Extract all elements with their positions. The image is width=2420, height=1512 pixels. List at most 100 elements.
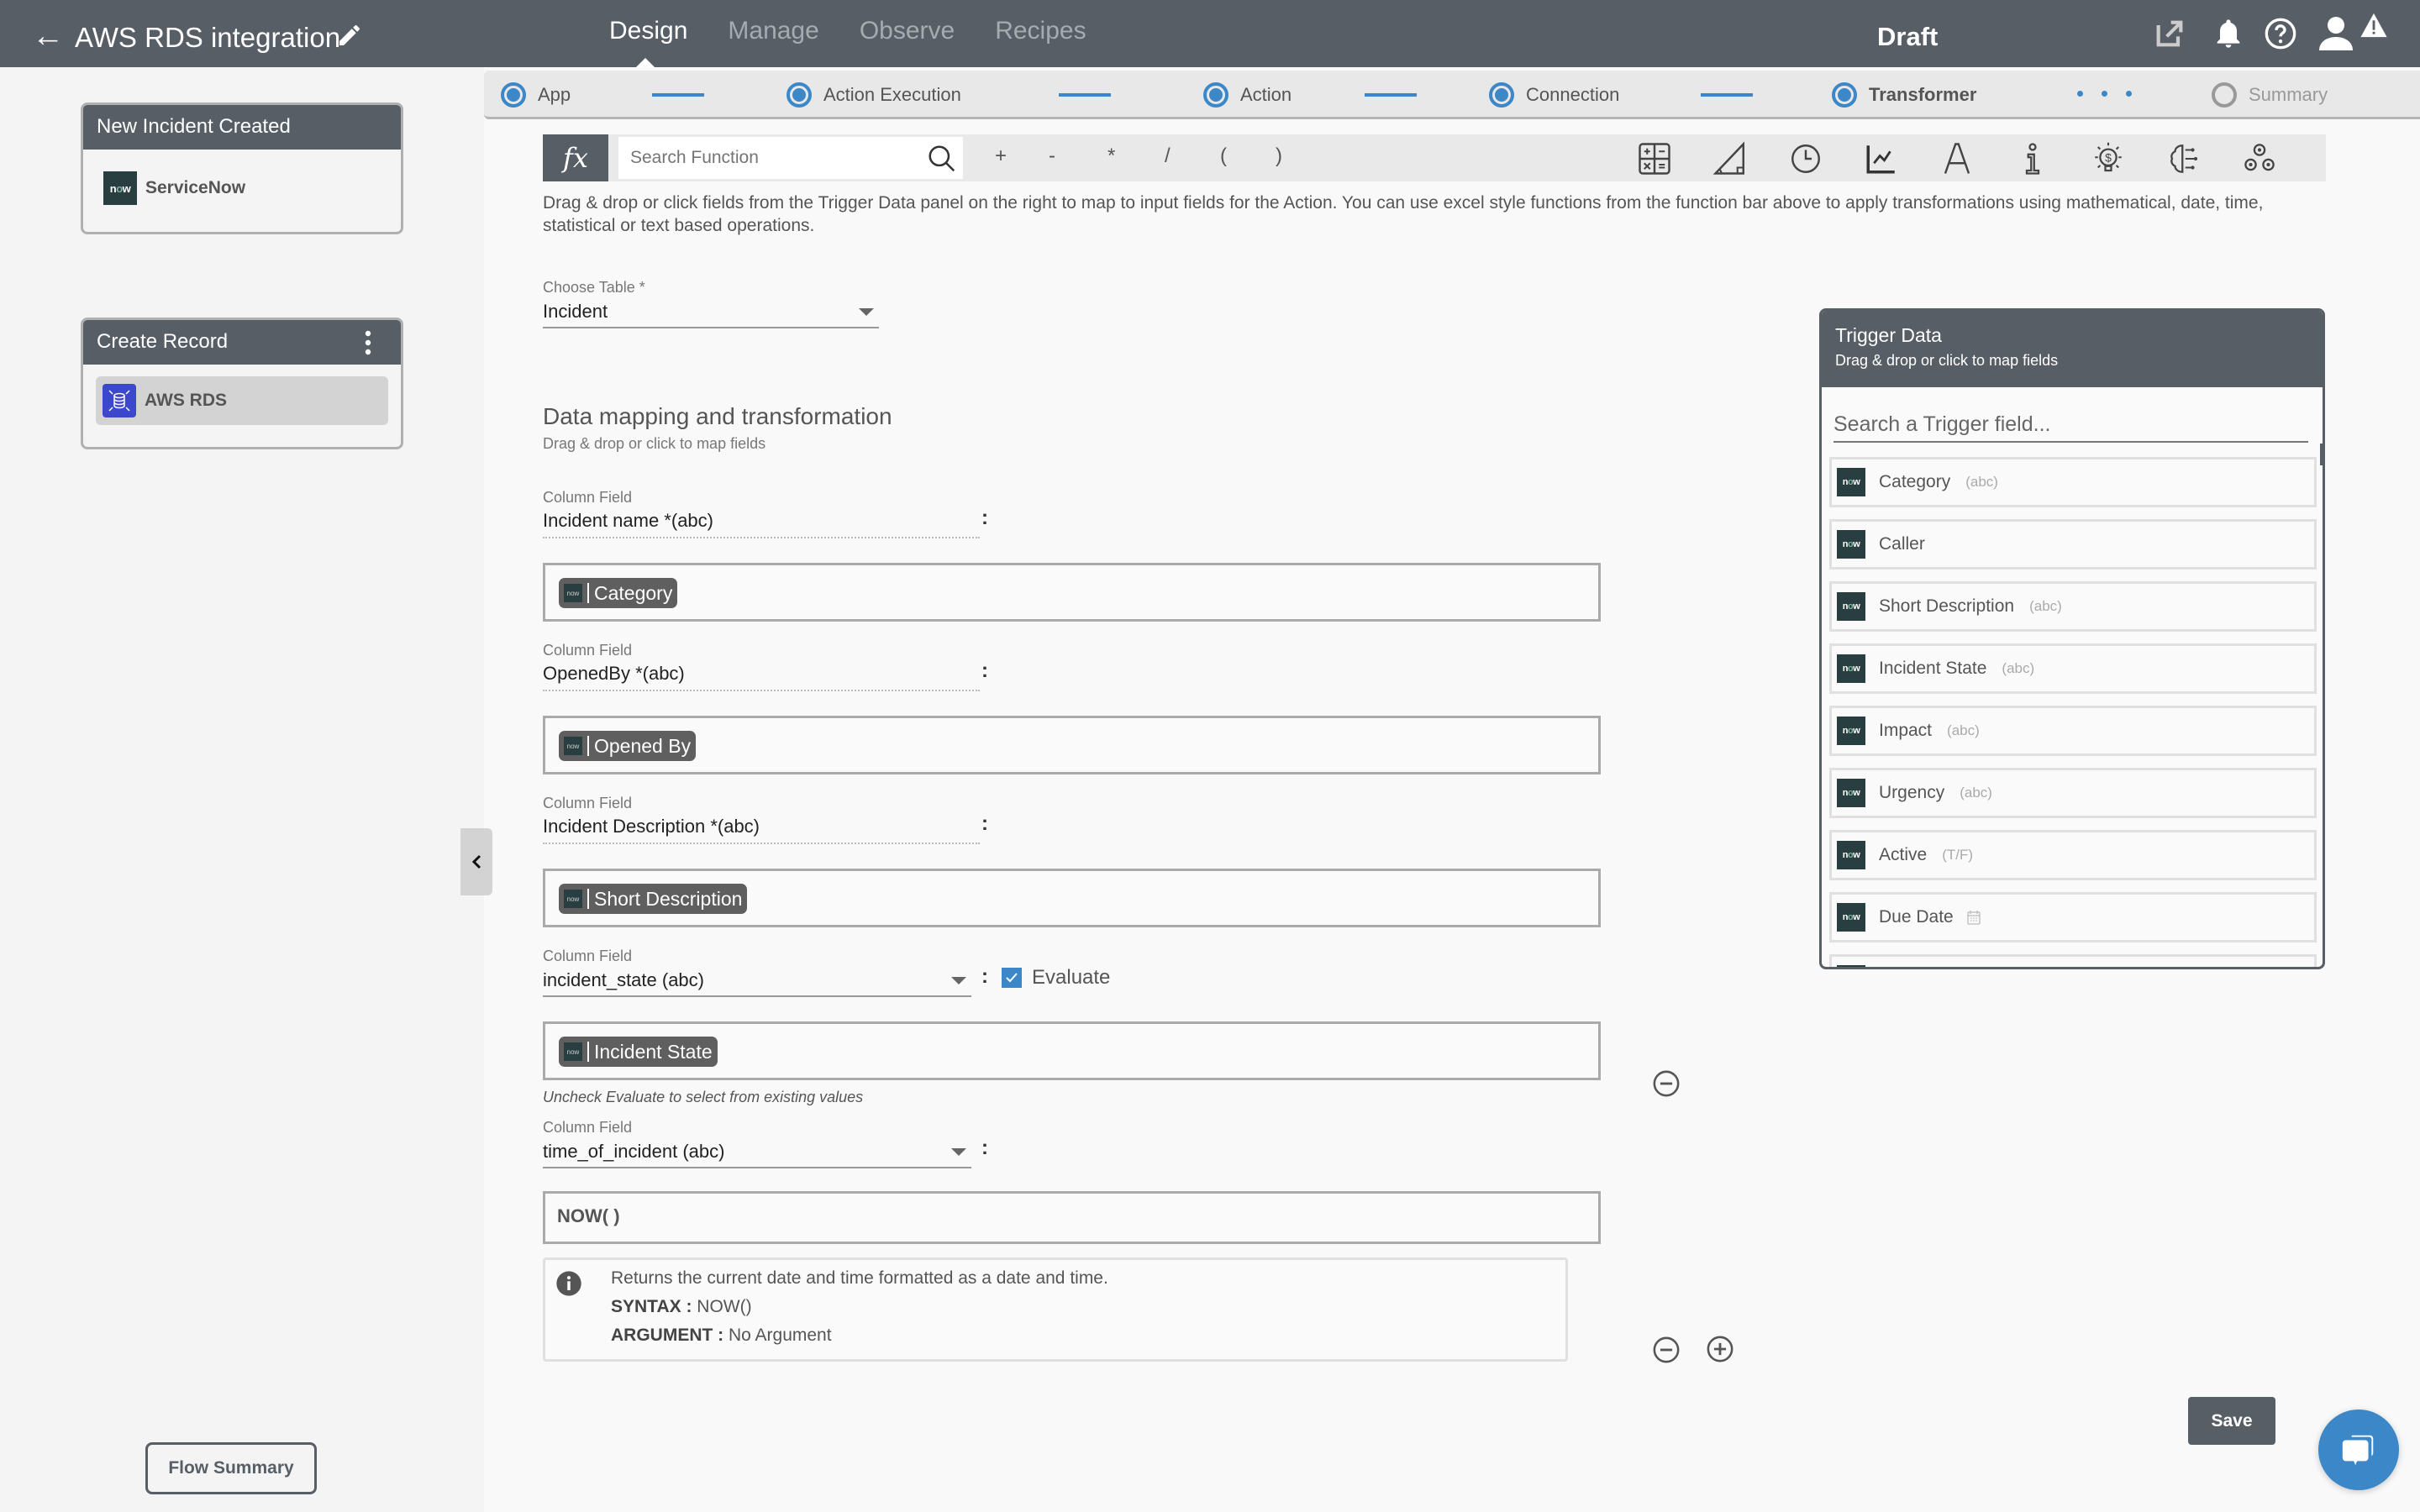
column-field-label: Column Field	[543, 795, 633, 811]
info-icon[interactable]	[2015, 141, 2050, 176]
column-field-value: Incident Description *(abc)	[543, 812, 980, 844]
info-circle-icon	[556, 1271, 581, 1296]
mapped-field-pill[interactable]: now Short Description	[559, 884, 748, 914]
trigger-search-input[interactable]	[1833, 407, 2308, 443]
mapping-input-1[interactable]: now Category	[543, 563, 1601, 622]
caret-down-icon	[859, 307, 874, 316]
trigger-field-item[interactable]: n o w Active (T/F)	[1829, 830, 2317, 880]
step-label: Action	[1240, 84, 1292, 105]
trigger-field-item[interactable]: n o w Urgency (abc)	[1829, 768, 2317, 818]
step-pending-connector	[2077, 91, 2132, 97]
step-label: Summary	[2249, 84, 2328, 105]
operator-open-paren[interactable]: (	[1220, 144, 1227, 168]
warning-icon[interactable]	[2360, 12, 2388, 39]
trigger-field-item[interactable]: n o w Category (abc)	[1829, 457, 2317, 507]
column-field-1[interactable]: Column Field Incident name *(abc)	[543, 489, 980, 538]
chat-support-button[interactable]	[2318, 1410, 2399, 1490]
argument-label: ARGUMENT :	[611, 1326, 724, 1345]
trigger-field-item[interactable]: n o w Short Description (abc)	[1829, 581, 2317, 632]
clock-icon[interactable]	[1788, 141, 1823, 176]
syntax-label: SYNTAX :	[611, 1297, 692, 1316]
nav-manage[interactable]: Manage	[728, 17, 818, 45]
trigonometry-icon[interactable]	[1712, 141, 1748, 176]
pencil-icon[interactable]	[336, 22, 363, 49]
mapping-input-2[interactable]: now Opened By	[543, 716, 1601, 774]
ai-brain-icon[interactable]	[2166, 141, 2202, 176]
field-type: (abc)	[2029, 598, 2062, 614]
step-connection[interactable]: Connection	[1489, 82, 1619, 108]
step-done-icon	[1489, 82, 1514, 108]
column-field-label: Column Field	[543, 1119, 633, 1136]
mapping-colon: :	[981, 659, 988, 682]
step-connector	[1059, 93, 1111, 97]
mapping-input-4[interactable]: now Incident State	[543, 1021, 1601, 1080]
nav-recipes[interactable]: Recipes	[995, 17, 1086, 45]
trigger-app: now ServiceNow	[103, 171, 381, 205]
trigger-field-item[interactable]: n o w Caller	[1829, 519, 2317, 570]
column-field-4[interactable]: Column Field incident_state (abc)	[543, 948, 971, 997]
user-icon[interactable]	[2319, 15, 2360, 52]
top-header: ← AWS RDS integration Design Manage Obse…	[0, 0, 2420, 67]
operator-divide[interactable]: /	[1165, 144, 1171, 168]
step-transformer[interactable]: Transformer	[1832, 82, 1976, 108]
trigger-field-item[interactable]: n o w Incident State (abc)	[1829, 643, 2317, 694]
step-done-icon	[1203, 82, 1228, 108]
step-action[interactable]: Action	[1203, 82, 1292, 108]
integration-title: AWS RDS integration	[75, 22, 341, 53]
action-card-title: Create Record	[97, 330, 229, 353]
operator-minus[interactable]: -	[1049, 144, 1055, 168]
mapped-field-pill[interactable]: now Opened By	[559, 731, 697, 761]
step-action-execution[interactable]: Action Execution	[786, 82, 961, 108]
mapping-input-3[interactable]: now Short Description	[543, 869, 1601, 927]
bell-icon[interactable]	[2212, 17, 2245, 50]
remove-row-icon[interactable]	[1652, 1069, 1681, 1098]
column-field-2[interactable]: Column Field OpenedBy *(abc)	[543, 642, 980, 691]
servicenow-logo-icon: now	[1837, 841, 1865, 869]
calculator-icon[interactable]	[1637, 141, 1672, 176]
add-row-icon[interactable]	[1706, 1335, 1734, 1363]
collapse-sidebar-button[interactable]	[460, 828, 492, 895]
function-search-input[interactable]	[618, 137, 963, 179]
nav-observe[interactable]: Observe	[860, 17, 955, 45]
more-options-icon[interactable]	[364, 330, 372, 355]
fx-button[interactable]: fx	[543, 134, 608, 181]
evaluate-checkbox[interactable]: Evaluate	[1002, 966, 1110, 990]
step-summary[interactable]: Summary	[2212, 82, 2328, 108]
field-name: Category	[1879, 472, 1951, 491]
search-icon[interactable]	[926, 143, 958, 175]
trigger-field-item[interactable]: n o w Due Date	[1829, 892, 2317, 942]
mapped-field-pill[interactable]: now Incident State	[559, 1037, 718, 1067]
save-button[interactable]: Save	[2188, 1397, 2275, 1445]
trigger-list-scrollbar[interactable]	[2320, 444, 2323, 465]
external-link-icon[interactable]	[2153, 17, 2186, 50]
trigger-card-title: New Incident Created	[83, 105, 401, 150]
text-icon[interactable]	[1939, 141, 1975, 176]
back-arrow-icon[interactable]: ←	[32, 20, 64, 52]
trigger-data-panel: Trigger Data Drag & drop or click to map…	[1819, 308, 2325, 969]
nav-design[interactable]: Design	[609, 17, 687, 45]
function-syntax: SYNTAX : NOW()	[611, 1297, 752, 1317]
checkbox-checked-icon[interactable]	[1002, 968, 1022, 988]
action-card[interactable]: Create Record AWS RDS	[81, 318, 403, 449]
trigger-field-item[interactable]: now	[1829, 954, 2317, 967]
mapped-field-pill[interactable]: now Category	[559, 578, 678, 608]
financial-icon[interactable]: $	[2091, 141, 2126, 176]
column-field-5[interactable]: Column Field time_of_incident (abc)	[543, 1119, 971, 1168]
field-name: Caller	[1879, 534, 1925, 554]
trigger-field-item[interactable]: n o w Impact (abc)	[1829, 706, 2317, 756]
trigger-card[interactable]: New Incident Created now ServiceNow	[81, 102, 403, 234]
function-description: Returns the current date and time format…	[611, 1268, 1108, 1288]
flow-summary-button[interactable]: Flow Summary	[145, 1442, 317, 1494]
chart-icon[interactable]	[1864, 141, 1899, 176]
formula-input[interactable]: NOW( )	[543, 1191, 1601, 1244]
operator-close-paren[interactable]: )	[1276, 144, 1282, 168]
column-field-3[interactable]: Column Field Incident Description *(abc)	[543, 795, 980, 844]
gears-icon[interactable]	[2242, 141, 2277, 176]
servicenow-logo-icon: now	[1837, 779, 1865, 807]
step-app[interactable]: App	[501, 82, 571, 108]
remove-row-icon[interactable]	[1652, 1336, 1681, 1364]
choose-table-select[interactable]: Choose Table * Incident	[543, 279, 879, 328]
operator-multiply[interactable]: *	[1107, 144, 1115, 168]
operator-plus[interactable]: +	[995, 144, 1007, 168]
help-icon[interactable]	[2264, 17, 2297, 50]
